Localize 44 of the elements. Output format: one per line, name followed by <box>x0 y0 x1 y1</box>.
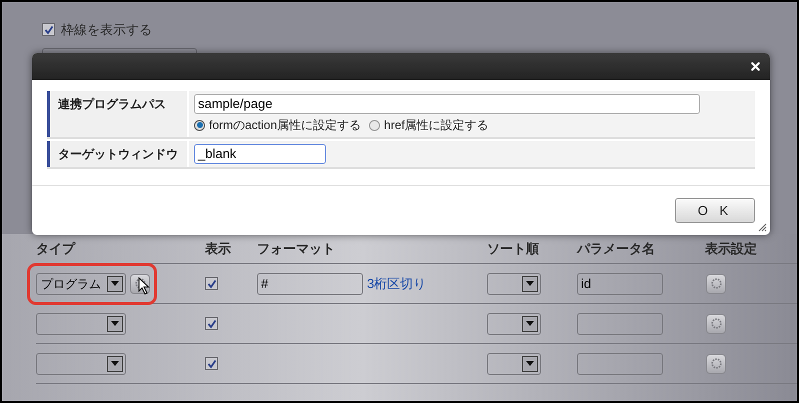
close-icon <box>748 60 762 73</box>
checkbox[interactable] <box>42 23 55 36</box>
input-field[interactable]: sample/page <box>194 94 700 114</box>
gear-icon <box>134 277 146 290</box>
dropdown-arrow-icon <box>526 321 534 326</box>
sort-select[interactable] <box>487 272 541 294</box>
dropdown-arrow-icon <box>526 281 534 286</box>
dropdown-arrow-icon <box>111 361 119 366</box>
radio-option[interactable]: formのaction属性に設定する <box>194 116 362 134</box>
column-header: パラメータ名 <box>577 240 656 258</box>
column-header: 表示設定 <box>705 240 758 258</box>
cursor-icon <box>138 276 150 294</box>
type-select[interactable] <box>36 352 126 374</box>
ok-button[interactable]: O K <box>675 198 755 223</box>
column-header: 表示 <box>205 240 232 258</box>
parameter-field[interactable]: id <box>577 272 663 294</box>
format-field[interactable]: # <box>257 272 363 294</box>
close-button[interactable] <box>748 60 762 74</box>
format-link[interactable]: 3桁区切り <box>367 274 426 294</box>
dropdown-arrow-icon <box>526 361 534 366</box>
select-value: プログラム <box>41 276 101 292</box>
gear-icon <box>710 317 722 330</box>
field-label: 連携プログラムパス <box>47 91 187 137</box>
checkbox[interactable] <box>205 317 218 330</box>
type-select[interactable]: プログラム <box>36 272 126 294</box>
resize-grip-icon <box>758 223 767 232</box>
column-header: ソート順 <box>487 240 540 258</box>
radio-option[interactable]: href属性に設定する <box>369 116 489 134</box>
sort-select[interactable] <box>487 352 541 374</box>
dropdown-arrow-icon <box>111 321 119 326</box>
dropdown-arrow-icon <box>111 281 119 286</box>
sort-select[interactable] <box>487 312 541 334</box>
type-select[interactable] <box>36 312 126 334</box>
checkbox[interactable] <box>205 277 218 290</box>
gear-icon <box>710 277 722 290</box>
parameter-field[interactable] <box>577 312 663 334</box>
gear-icon <box>710 357 722 370</box>
border-option-label: 枠線を表示する <box>61 21 152 39</box>
checkbox[interactable] <box>205 357 218 370</box>
parameter-field[interactable] <box>577 352 663 374</box>
column-header: タイプ <box>36 240 77 258</box>
field-label: ターゲットウィンドウ <box>47 141 187 167</box>
input-field[interactable]: _blank <box>194 144 326 164</box>
column-header: フォーマット <box>257 240 336 258</box>
